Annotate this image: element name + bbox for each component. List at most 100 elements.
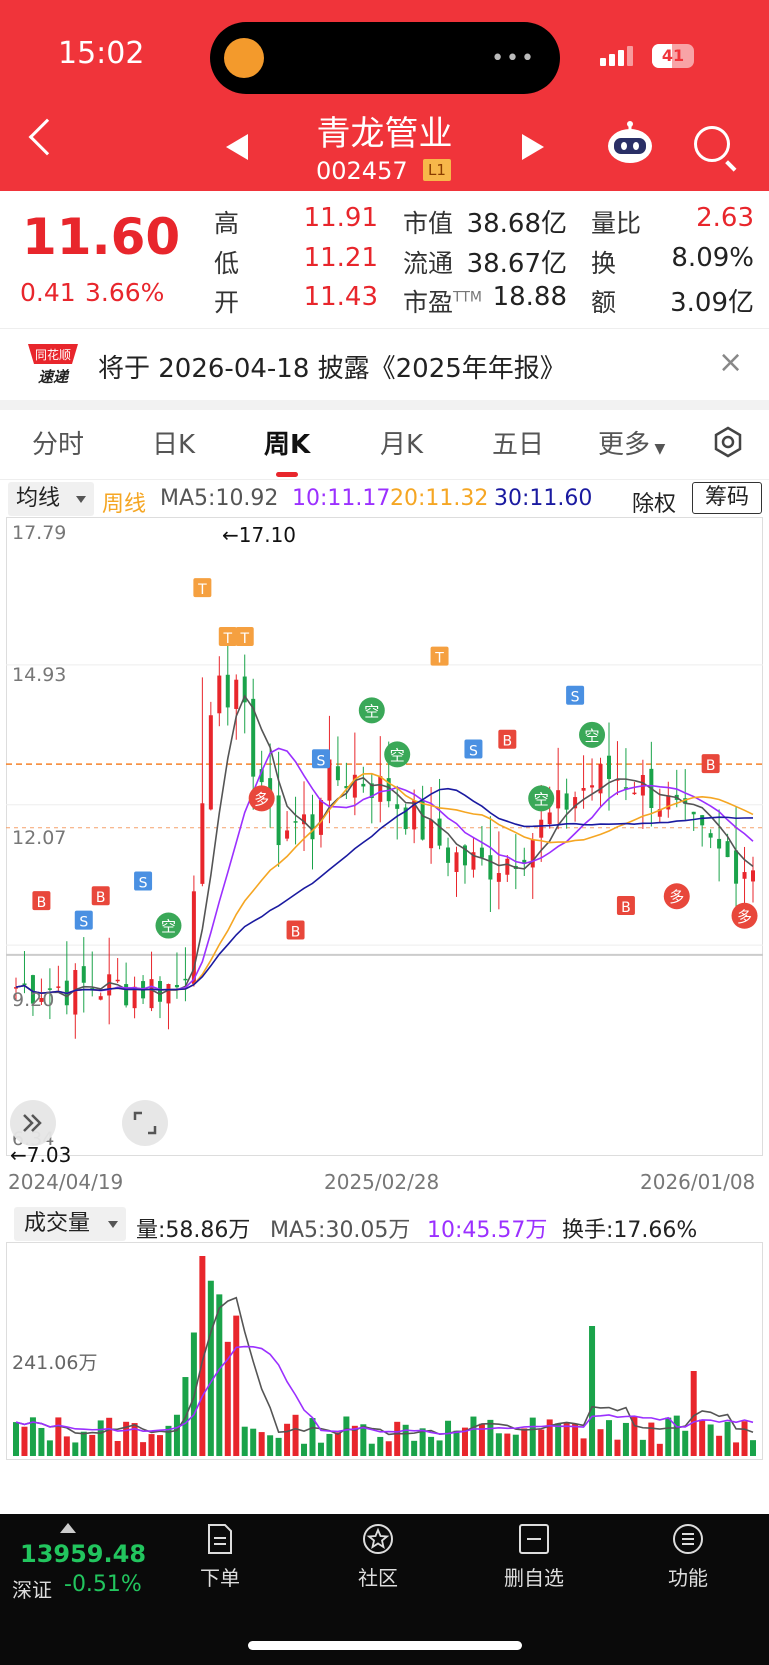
volume-bar <box>733 1442 740 1456</box>
label-volume-ratio: 量比 <box>591 209 642 238</box>
tab-weekly-k[interactable]: 周K <box>264 424 310 461</box>
chip-distribution-button[interactable]: 筹码 <box>692 482 762 514</box>
volume-bar <box>80 1431 87 1456</box>
candle-body <box>429 819 434 849</box>
volume-bar <box>284 1423 291 1456</box>
kline-chart[interactable]: BSBS空TT T多BS空空TSB空S空B多B多 <box>6 517 763 1167</box>
candle-body <box>708 833 713 838</box>
volume-bar <box>504 1433 511 1456</box>
volume-bar <box>707 1424 714 1456</box>
signal-marker-label: 空 <box>390 746 405 764</box>
candle-body <box>496 873 501 882</box>
high-marker: ←17.10 <box>222 523 297 547</box>
candle-body <box>446 847 451 863</box>
expand-index-icon[interactable] <box>60 1523 76 1533</box>
ma10-line <box>15 747 754 995</box>
candle-body <box>335 766 340 781</box>
more-dots-icon: ••• <box>491 46 536 71</box>
volume-bar <box>538 1429 545 1456</box>
low-marker: ←7.03 <box>10 1143 72 1167</box>
adjust-button[interactable]: 除权 <box>632 486 676 518</box>
label-market-cap: 市值 <box>403 209 454 238</box>
volume-bar <box>326 1433 333 1456</box>
nav-functions[interactable]: 功能 <box>628 1522 748 1591</box>
volume-chart[interactable] <box>6 1242 763 1460</box>
volume-bar <box>614 1439 621 1456</box>
signal-marker-label: S <box>469 743 478 759</box>
index-value[interactable]: 13959.48 <box>20 1540 146 1568</box>
order-icon <box>208 1524 232 1554</box>
volume-bar <box>563 1422 570 1456</box>
candle-body <box>208 715 213 810</box>
ths-express-logo: 同花顺 速递 <box>28 344 78 386</box>
search-icon[interactable] <box>694 126 730 162</box>
dynamic-island: ••• <box>210 22 560 94</box>
nav-order[interactable]: 下单 <box>160 1522 280 1591</box>
volume-bar <box>716 1435 723 1456</box>
volume-bar <box>343 1416 350 1456</box>
indicator-select[interactable]: 均线 <box>8 482 94 516</box>
active-tab-indicator <box>276 472 298 477</box>
volume-bar <box>360 1424 367 1456</box>
candle-body <box>81 966 86 983</box>
candle-body <box>751 870 755 882</box>
candle-body <box>98 996 103 1000</box>
candle-body <box>361 783 366 787</box>
volume-bar <box>605 1420 612 1456</box>
level-badge: L1 <box>423 159 451 181</box>
tab-daily-k[interactable]: 日K <box>152 424 195 461</box>
fullscreen-icon[interactable] <box>122 1100 168 1146</box>
volume-axis-label: 241.06万 <box>12 1352 98 1374</box>
label-turnover: 换 <box>591 249 617 278</box>
expand-icon[interactable] <box>10 1100 56 1146</box>
home-indicator <box>248 1641 522 1650</box>
label-low: 低 <box>214 249 240 278</box>
nav-community[interactable]: 社区 <box>318 1522 438 1591</box>
candle-body <box>420 800 425 840</box>
signal-marker-label: B <box>706 758 716 774</box>
price-axis-label: 17.79 <box>12 522 67 544</box>
volume-bar <box>317 1442 324 1456</box>
robot-assistant-icon[interactable] <box>605 120 655 164</box>
tab-more[interactable]: 更多 ▼ <box>598 424 665 461</box>
volume-bar <box>622 1422 629 1456</box>
candle-body <box>293 821 298 823</box>
nav-remove-watchlist[interactable]: 删自选 <box>474 1522 594 1591</box>
signal-marker-label: B <box>621 900 631 916</box>
close-icon[interactable]: × <box>718 345 743 380</box>
signal-marker-label: B <box>37 895 47 911</box>
settings-icon[interactable] <box>712 426 744 458</box>
volume-bar <box>724 1421 731 1456</box>
signal-marker-label: 多 <box>669 888 684 906</box>
candle-body <box>174 984 179 988</box>
value-turnover: 8.09% <box>671 243 754 273</box>
volume-bar <box>46 1440 53 1456</box>
tab-intraday[interactable]: 分时 <box>32 424 84 461</box>
notice-text[interactable]: 将于 2026-04-18 披露《2025年年报》 <box>98 348 566 385</box>
svg-text:同花顺: 同花顺 <box>35 347 71 362</box>
price-axis-label: 9.20 <box>12 989 55 1011</box>
volume-bar <box>250 1428 257 1456</box>
volume-value: 量:58.86万 <box>136 1218 251 1243</box>
volume-bar <box>173 1414 180 1456</box>
volume-bar <box>207 1280 214 1456</box>
signal-marker-label: T <box>434 651 444 667</box>
candle-body <box>488 855 493 880</box>
volume-bar <box>233 1315 240 1456</box>
tab-monthly-k[interactable]: 月K <box>380 424 423 461</box>
signal-marker-label: 多 <box>254 790 269 808</box>
volume-bar <box>216 1294 223 1456</box>
candle-body <box>56 986 61 988</box>
ma30-value: 30:11.60 <box>494 486 593 511</box>
volume-bar <box>63 1436 70 1456</box>
signal-marker-label: T <box>239 631 249 647</box>
next-stock-icon[interactable] <box>522 134 544 160</box>
price-axis-label: 14.93 <box>12 664 67 686</box>
signal-marker-label: B <box>291 924 301 940</box>
volume-bar <box>512 1434 519 1456</box>
volume-bar <box>385 1441 392 1456</box>
value-pe: 18.88 <box>492 282 567 312</box>
volume-bar <box>368 1443 375 1456</box>
tab-five-day[interactable]: 五日 <box>492 424 544 461</box>
volume-indicator-select[interactable]: 成交量 <box>14 1207 126 1241</box>
